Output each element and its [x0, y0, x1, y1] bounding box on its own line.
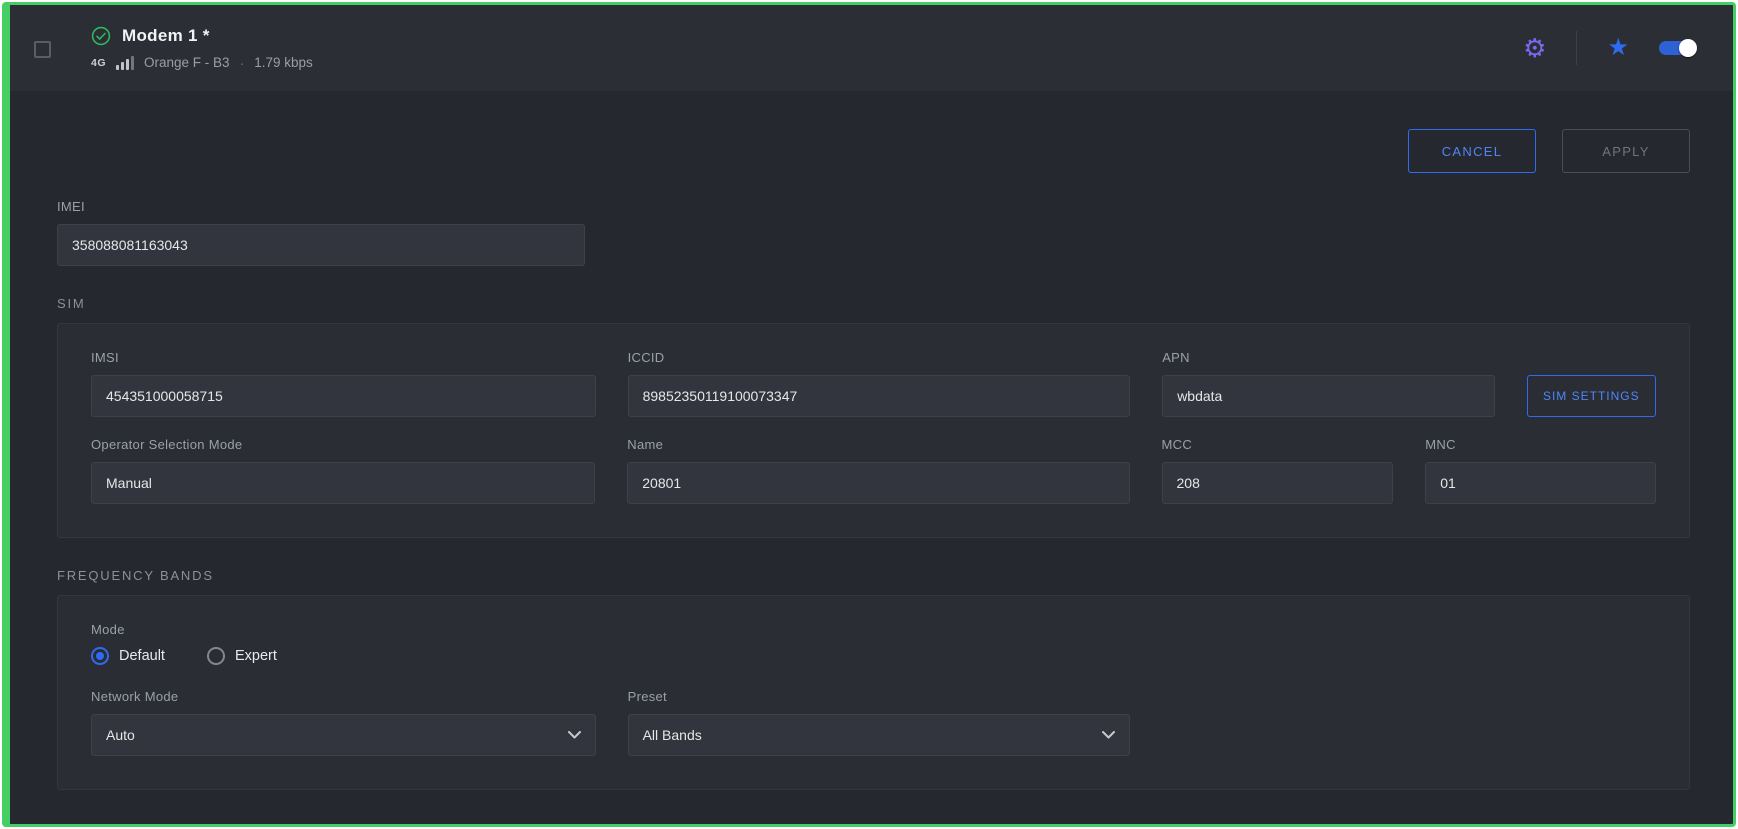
operator-mode-label: Operator Selection Mode: [91, 437, 595, 453]
mcc-label: MCC: [1162, 437, 1394, 453]
chevron-down-icon: [568, 731, 581, 739]
form-actions: CANCEL APPLY: [57, 129, 1690, 173]
radio-default[interactable]: Default: [91, 647, 165, 665]
modem-settings-form: CANCEL APPLY IMEI SIM IMSI ICCID APN: [10, 91, 1733, 824]
page-title: Modem 1 *: [122, 26, 210, 46]
apply-button[interactable]: APPLY: [1562, 129, 1690, 173]
sim-section-title: SIM: [57, 296, 1690, 311]
name-label: Name: [627, 437, 1129, 453]
radio-expert-label: Expert: [235, 648, 277, 664]
modem-card: Modem 1 * 4G Orange F - B3 · 1.79 kbps ⚙…: [2, 2, 1736, 827]
iccid-input[interactable]: [628, 375, 1131, 417]
operator-label: Orange F - B3: [144, 55, 230, 70]
star-icon[interactable]: ★: [1607, 36, 1629, 60]
mnc-label: MNC: [1425, 437, 1656, 453]
header-actions: ⚙ ★: [1523, 31, 1697, 65]
mnc-input[interactable]: [1425, 462, 1656, 504]
mcc-field: MCC: [1162, 437, 1394, 504]
preset-value: All Bands: [643, 727, 702, 743]
network-mode-label: Network Mode: [91, 689, 596, 705]
radio-expert[interactable]: Expert: [207, 647, 277, 665]
name-field: Name: [627, 437, 1129, 504]
operator-mode-input[interactable]: [91, 462, 595, 504]
select-checkbox[interactable]: [34, 41, 51, 58]
sim-settings-button[interactable]: SIM SETTINGS: [1527, 375, 1656, 417]
frequency-panel: Mode Default Expert Network Mode Auto: [57, 595, 1690, 790]
mnc-field: MNC: [1425, 437, 1656, 504]
imsi-input[interactable]: [91, 375, 596, 417]
separator-dot: ·: [240, 55, 245, 71]
gear-icon[interactable]: ⚙: [1523, 35, 1546, 61]
status-ok-icon: [91, 26, 111, 46]
cancel-button[interactable]: CANCEL: [1408, 129, 1536, 173]
name-input[interactable]: [627, 462, 1129, 504]
chevron-down-icon: [1102, 731, 1115, 739]
apn-field: APN: [1162, 350, 1494, 417]
imei-label: IMEI: [57, 199, 585, 215]
preset-select[interactable]: All Bands: [628, 714, 1131, 756]
imsi-label: IMSI: [91, 350, 596, 366]
sim-panel: IMSI ICCID APN SIM SETTINGS Op: [57, 323, 1690, 538]
network-mode-field: Network Mode Auto: [91, 689, 596, 756]
imsi-field: IMSI: [91, 350, 596, 417]
radio-default-label: Default: [119, 648, 165, 664]
header: Modem 1 * 4G Orange F - B3 · 1.79 kbps ⚙…: [10, 5, 1733, 91]
mcc-input[interactable]: [1162, 462, 1394, 504]
bitrate-label: 1.79 kbps: [254, 55, 313, 70]
signal-strength-icon: [116, 56, 134, 70]
frequency-section-title: FREQUENCY BANDS: [57, 568, 1690, 583]
iccid-field: ICCID: [628, 350, 1131, 417]
network-mode-select[interactable]: Auto: [91, 714, 596, 756]
imei-input[interactable]: [57, 224, 585, 266]
modem-enable-toggle[interactable]: [1659, 39, 1697, 57]
title-block: Modem 1 * 4G Orange F - B3 · 1.79 kbps: [91, 26, 313, 71]
apn-label: APN: [1162, 350, 1494, 366]
operator-mode-field: Operator Selection Mode: [91, 437, 595, 504]
network-mode-value: Auto: [106, 727, 135, 743]
header-divider: [1576, 31, 1577, 65]
mode-label: Mode: [91, 622, 1656, 638]
iccid-label: ICCID: [628, 350, 1131, 366]
apn-input[interactable]: [1162, 375, 1494, 417]
network-type-label: 4G: [91, 57, 106, 69]
sim-settings-cell: SIM SETTINGS: [1527, 350, 1656, 417]
imei-field: IMEI: [57, 199, 585, 266]
radio-expert-circle: [207, 647, 225, 665]
preset-field: Preset All Bands: [628, 689, 1131, 756]
radio-default-circle: [91, 647, 109, 665]
preset-label: Preset: [628, 689, 1131, 705]
mode-radio-group: Default Expert: [91, 647, 1656, 665]
sim-settings-spacer: [1527, 350, 1656, 366]
